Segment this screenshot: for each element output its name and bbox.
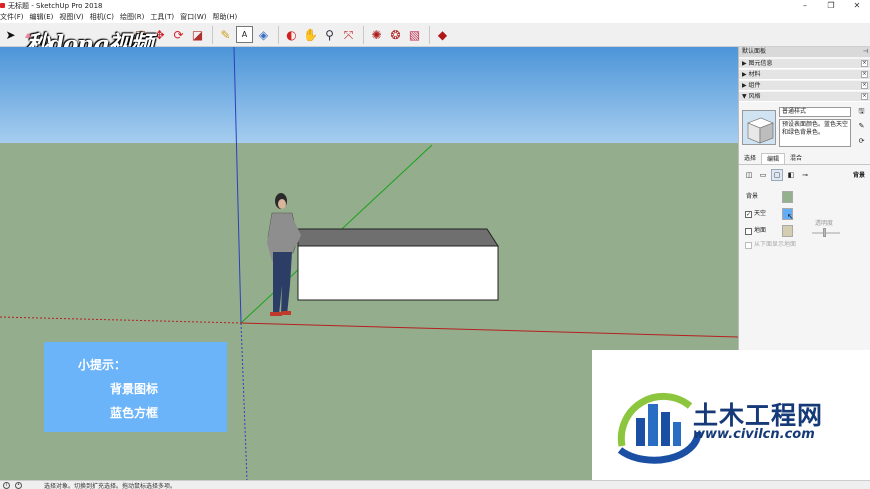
user-icon[interactable]: •: [15, 481, 22, 489]
sketchup-app-icon: [0, 3, 5, 8]
menu-file[interactable]: 文件(F): [0, 12, 24, 22]
red-axis: [240, 322, 738, 338]
tab-mix[interactable]: 混合: [785, 153, 807, 164]
style-tabs: 选择 编辑 混合: [739, 153, 870, 165]
tip-title: 小提示：: [78, 358, 127, 372]
extension-icon[interactable]: ❂: [387, 26, 404, 43]
menu-window[interactable]: 窗口(W): [180, 12, 206, 22]
menu-tools[interactable]: 工具(T): [150, 12, 174, 22]
edge-settings-icon[interactable]: ◫: [744, 170, 754, 180]
pin-icon[interactable]: ⊣: [863, 47, 868, 57]
menu-view[interactable]: 视图(V): [59, 12, 83, 22]
tray-row-label: ▶ 材料: [742, 71, 761, 78]
style-cube-icon: [747, 117, 774, 144]
orbit-icon[interactable]: ◐: [283, 26, 300, 43]
sky-checkbox[interactable]: ✓: [745, 211, 752, 218]
minimize-button[interactable]: –: [792, 0, 818, 11]
toolbar-separator: [429, 25, 430, 44]
rotate-icon[interactable]: ⟳: [170, 26, 187, 43]
paint-bucket-icon[interactable]: ◈: [255, 26, 272, 43]
select-arrow-icon[interactable]: ➤: [2, 26, 19, 43]
update-style-icon[interactable]: ✎: [857, 122, 866, 131]
tray-row-label: ▶ 图元信息: [742, 60, 773, 67]
menu-camera[interactable]: 相机(C): [90, 12, 114, 22]
face-settings-icon[interactable]: ▭: [758, 170, 768, 180]
window-controls: – ❐ ✕: [792, 0, 870, 11]
ground-checkbox[interactable]: [745, 228, 752, 235]
menu-help[interactable]: 帮助(H): [212, 12, 237, 22]
tray-row-styles[interactable]: ▼ 风格 ×: [739, 92, 870, 102]
tray-header: 默认面板 ⊣: [739, 47, 870, 57]
person-figure: [267, 193, 301, 316]
window-title: 无标题 - SketchUp Pro 2018: [8, 1, 103, 10]
create-style-icon[interactable]: 🖫: [857, 107, 866, 116]
tab-edit[interactable]: 编辑: [761, 153, 786, 164]
status-text: 选择对象。切换到扩充选择。拖动鼠标选择多项。: [44, 482, 177, 489]
tip-box: 小提示： 背景图标 蓝色方框: [44, 342, 227, 432]
warehouse-icon[interactable]: ✺: [368, 26, 385, 43]
scale-icon[interactable]: ◪: [189, 26, 206, 43]
box-top-face: [297, 228, 499, 247]
refresh-icon[interactable]: ⟳: [857, 137, 866, 146]
toolbar-separator: [212, 25, 213, 44]
background-label: 背景: [746, 193, 759, 200]
tray-row-components[interactable]: ▶ 组件 ×: [739, 81, 870, 91]
menu-draw[interactable]: 绘图(R): [120, 12, 144, 22]
ground-color-swatch[interactable]: [782, 225, 793, 237]
menu-bar: 文件(F) 编辑(E) 视图(V) 相机(C) 绘图(R) 工具(T) 窗口(W…: [0, 11, 870, 23]
maximize-button[interactable]: ❐: [818, 0, 844, 11]
tip-line-background-icon: 背景图标: [110, 382, 159, 396]
ground-label: 地面: [754, 227, 767, 234]
toolbar-separator: [363, 25, 364, 44]
close-icon[interactable]: ×: [861, 71, 868, 78]
zoom-extents-icon[interactable]: ⤧: [340, 26, 357, 43]
default-tray: 默认面板 ⊣ ▶ 图元信息 × ▶ 材料 × ▶ 组件 × ▼ 风格 × 普通样…: [738, 47, 870, 350]
tray-row-label: ▼ 风格: [742, 93, 761, 100]
logo-url: www.civilcn.com: [693, 427, 815, 442]
style-description-field[interactable]: 预设表面颜色。蓝色天空和绿色背景色。: [779, 119, 851, 147]
close-icon[interactable]: ×: [861, 60, 868, 67]
style-name-field[interactable]: 普通样式: [779, 107, 851, 117]
background-color-swatch[interactable]: [782, 191, 793, 203]
tray-row-materials[interactable]: ▶ 材料 ×: [739, 70, 870, 80]
background-settings-icon[interactable]: ▢: [771, 169, 783, 181]
status-bar: i • 选择对象。切换到扩充选择。拖动鼠标选择多项。: [0, 480, 870, 489]
modeling-settings-icon[interactable]: ⊸: [800, 170, 810, 180]
show-ground-from-below-checkbox[interactable]: [745, 242, 752, 249]
close-button[interactable]: ✕: [844, 0, 870, 11]
show-ground-from-below-label: 从下面显示地面: [754, 241, 797, 248]
menu-edit[interactable]: 编辑(E): [30, 12, 54, 22]
pan-icon[interactable]: ✋: [302, 26, 319, 43]
tray-row-entity-info[interactable]: ▶ 图元信息 ×: [739, 59, 870, 69]
section-label: 背景: [852, 172, 865, 179]
mouse-cursor-icon: ↖: [787, 212, 794, 221]
app-window: 无标题 - SketchUp Pro 2018 – ❐ ✕ 文件(F) 编辑(E…: [0, 0, 870, 489]
tape-measure-icon[interactable]: ✎: [217, 26, 234, 43]
edit-settings-icons: ◫ ▭ ▢ ◧ ⊸: [739, 168, 870, 182]
civilcn-logo-panel: 土木工程网 www.civilcn.com: [592, 350, 870, 489]
close-icon[interactable]: ×: [861, 93, 868, 100]
style-thumbnail[interactable]: [742, 110, 776, 145]
tip-line-blue-box: 蓝色方框: [110, 406, 159, 420]
sky-label: 天空: [754, 210, 767, 217]
title-bar: 无标题 - SketchUp Pro 2018 – ❐ ✕: [0, 0, 870, 11]
opacity-slider[interactable]: [812, 232, 840, 234]
opacity-label: 透明度: [815, 220, 834, 227]
info-icon[interactable]: i: [3, 481, 10, 489]
close-icon[interactable]: ×: [861, 82, 868, 89]
red-axis-dotted: [0, 316, 242, 324]
watermark-settings-icon[interactable]: ◧: [786, 170, 796, 180]
blue-axis-dotted: [240, 322, 248, 480]
tab-select[interactable]: 选择: [739, 153, 761, 164]
opacity-slider-handle[interactable]: [823, 228, 826, 237]
tray-title: 默认面板: [742, 48, 767, 55]
blue-axis: [233, 47, 242, 324]
toolbar-separator: [278, 25, 279, 44]
ruby-icon[interactable]: ◆: [434, 26, 451, 43]
share-icon[interactable]: ▧: [406, 26, 423, 43]
box-front-face: [297, 245, 499, 301]
zoom-icon[interactable]: ⚲: [321, 26, 338, 43]
tray-row-label: ▶ 组件: [742, 82, 761, 89]
text-icon[interactable]: A: [236, 26, 253, 43]
